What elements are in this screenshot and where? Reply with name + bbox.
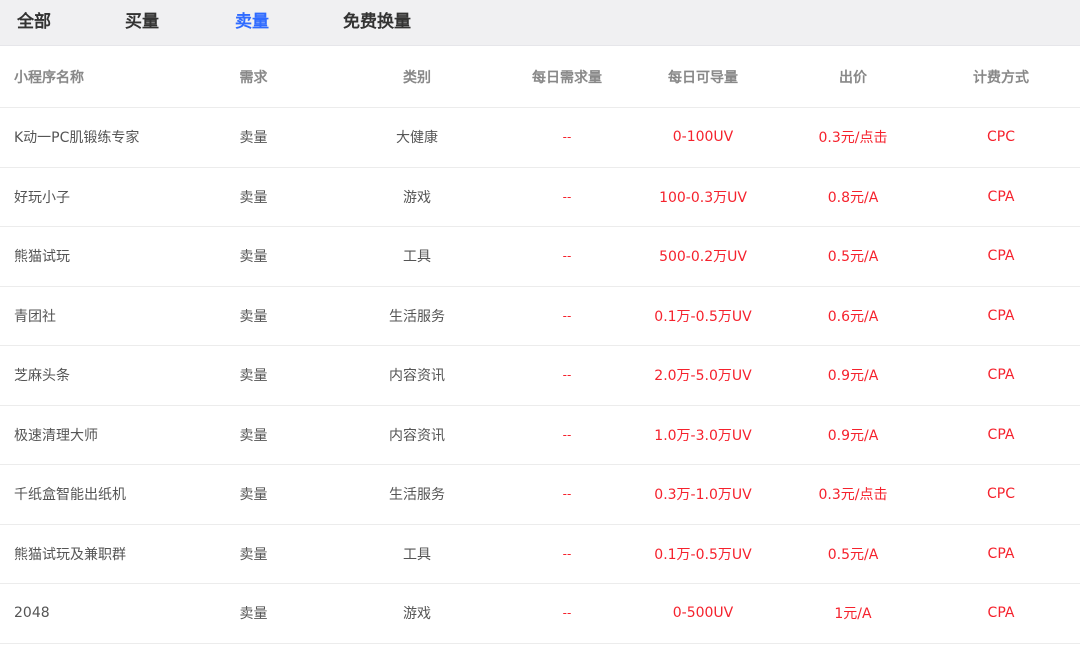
- program-name: 熊猫试玩: [0, 226, 185, 287]
- daily-demand: --: [512, 107, 622, 168]
- category: 内容资讯: [322, 345, 512, 406]
- billing-method: CPA: [922, 167, 1080, 227]
- price: 0.5元/A: [784, 226, 922, 287]
- daily-demand: --: [512, 583, 622, 644]
- category: 内容资讯: [322, 405, 512, 465]
- daily-demand: --: [512, 524, 622, 584]
- daily-demand: --: [512, 464, 622, 525]
- demand-type: 卖量: [185, 524, 322, 584]
- daily-supply: 0.3万-1.0万UV: [622, 464, 784, 525]
- daily-supply: 0.1万-0.5万UV: [622, 524, 784, 584]
- billing-method: CPA: [922, 405, 1080, 465]
- column-header-category: 类别: [322, 46, 512, 108]
- program-name: 熊猫试玩及兼职群: [0, 524, 185, 584]
- program-name: 极速清理大师: [0, 405, 185, 465]
- demand-type: 卖量: [185, 583, 322, 644]
- daily-supply: 0-100UV: [622, 107, 784, 168]
- billing-method: CPA: [922, 286, 1080, 346]
- program-name: 青团社: [0, 286, 185, 346]
- table-row[interactable]: 青团社 卖量 生活服务 -- 0.1万-0.5万UV 0.6元/A CPA: [0, 286, 1080, 346]
- category: 工具: [322, 524, 512, 584]
- tab-free-exchange[interactable]: 免费换量: [343, 0, 411, 45]
- mini-program-table: 小程序名称 需求 类别 每日需求量 每日可导量 出价 计费方式 K动一PC肌锻练…: [0, 46, 1080, 644]
- billing-method: CPA: [922, 524, 1080, 584]
- demand-type: 卖量: [185, 286, 322, 346]
- program-name: 千纸盒智能出纸机: [0, 464, 185, 525]
- table-row[interactable]: 好玩小子 卖量 游戏 -- 100-0.3万UV 0.8元/A CPA: [0, 167, 1080, 227]
- tab-all[interactable]: 全部: [17, 0, 51, 45]
- filter-tab-bar: 全部 买量 卖量 免费换量: [0, 0, 1080, 46]
- program-name: K动一PC肌锻练专家: [0, 107, 185, 168]
- daily-supply: 500-0.2万UV: [622, 226, 784, 287]
- daily-demand: --: [512, 167, 622, 227]
- category: 大健康: [322, 107, 512, 168]
- price: 1元/A: [784, 583, 922, 644]
- daily-demand: --: [512, 345, 622, 406]
- table-header-row: 小程序名称 需求 类别 每日需求量 每日可导量 出价 计费方式: [0, 46, 1080, 108]
- price: 0.8元/A: [784, 167, 922, 227]
- price: 0.3元/点击: [784, 107, 922, 168]
- price: 0.9元/A: [784, 405, 922, 465]
- billing-method: CPA: [922, 345, 1080, 406]
- daily-supply: 100-0.3万UV: [622, 167, 784, 227]
- column-header-billing: 计费方式: [922, 46, 1080, 108]
- table-row[interactable]: 千纸盒智能出纸机 卖量 生活服务 -- 0.3万-1.0万UV 0.3元/点击 …: [0, 464, 1080, 525]
- column-header-daily-supply: 每日可导量: [622, 46, 784, 108]
- table-row[interactable]: 熊猫试玩及兼职群 卖量 工具 -- 0.1万-0.5万UV 0.5元/A CPA: [0, 524, 1080, 584]
- category: 游戏: [322, 583, 512, 644]
- daily-supply: 0.1万-0.5万UV: [622, 286, 784, 346]
- daily-supply: 0-500UV: [622, 583, 784, 644]
- demand-type: 卖量: [185, 345, 322, 406]
- table-row[interactable]: 芝麻头条 卖量 内容资讯 -- 2.0万-5.0万UV 0.9元/A CPA: [0, 345, 1080, 406]
- table-row[interactable]: 2048 卖量 游戏 -- 0-500UV 1元/A CPA: [0, 583, 1080, 644]
- table-row[interactable]: 熊猫试玩 卖量 工具 -- 500-0.2万UV 0.5元/A CPA: [0, 226, 1080, 287]
- daily-demand: --: [512, 405, 622, 465]
- table-row[interactable]: 极速清理大师 卖量 内容资讯 -- 1.0万-3.0万UV 0.9元/A CPA: [0, 405, 1080, 465]
- daily-supply: 1.0万-3.0万UV: [622, 405, 784, 465]
- demand-type: 卖量: [185, 167, 322, 227]
- price: 0.6元/A: [784, 286, 922, 346]
- category: 生活服务: [322, 464, 512, 525]
- demand-type: 卖量: [185, 107, 322, 168]
- billing-method: CPA: [922, 583, 1080, 644]
- category: 游戏: [322, 167, 512, 227]
- billing-method: CPA: [922, 226, 1080, 287]
- program-name: 好玩小子: [0, 167, 185, 227]
- demand-type: 卖量: [185, 405, 322, 465]
- category: 工具: [322, 226, 512, 287]
- column-header-name: 小程序名称: [0, 46, 185, 108]
- price: 0.3元/点击: [784, 464, 922, 525]
- program-name: 芝麻头条: [0, 345, 185, 406]
- tab-sell[interactable]: 卖量: [235, 0, 269, 45]
- daily-demand: --: [512, 226, 622, 287]
- program-name: 2048: [0, 583, 185, 644]
- price: 0.9元/A: [784, 345, 922, 406]
- column-header-daily-demand: 每日需求量: [512, 46, 622, 108]
- demand-type: 卖量: [185, 226, 322, 287]
- category: 生活服务: [322, 286, 512, 346]
- demand-type: 卖量: [185, 464, 322, 525]
- price: 0.5元/A: [784, 524, 922, 584]
- column-header-price: 出价: [784, 46, 922, 108]
- column-header-demand: 需求: [185, 46, 322, 108]
- table-row[interactable]: K动一PC肌锻练专家 卖量 大健康 -- 0-100UV 0.3元/点击 CPC: [0, 107, 1080, 168]
- tab-buy[interactable]: 买量: [125, 0, 159, 45]
- billing-method: CPC: [922, 464, 1080, 525]
- billing-method: CPC: [922, 107, 1080, 168]
- daily-supply: 2.0万-5.0万UV: [622, 345, 784, 406]
- daily-demand: --: [512, 286, 622, 346]
